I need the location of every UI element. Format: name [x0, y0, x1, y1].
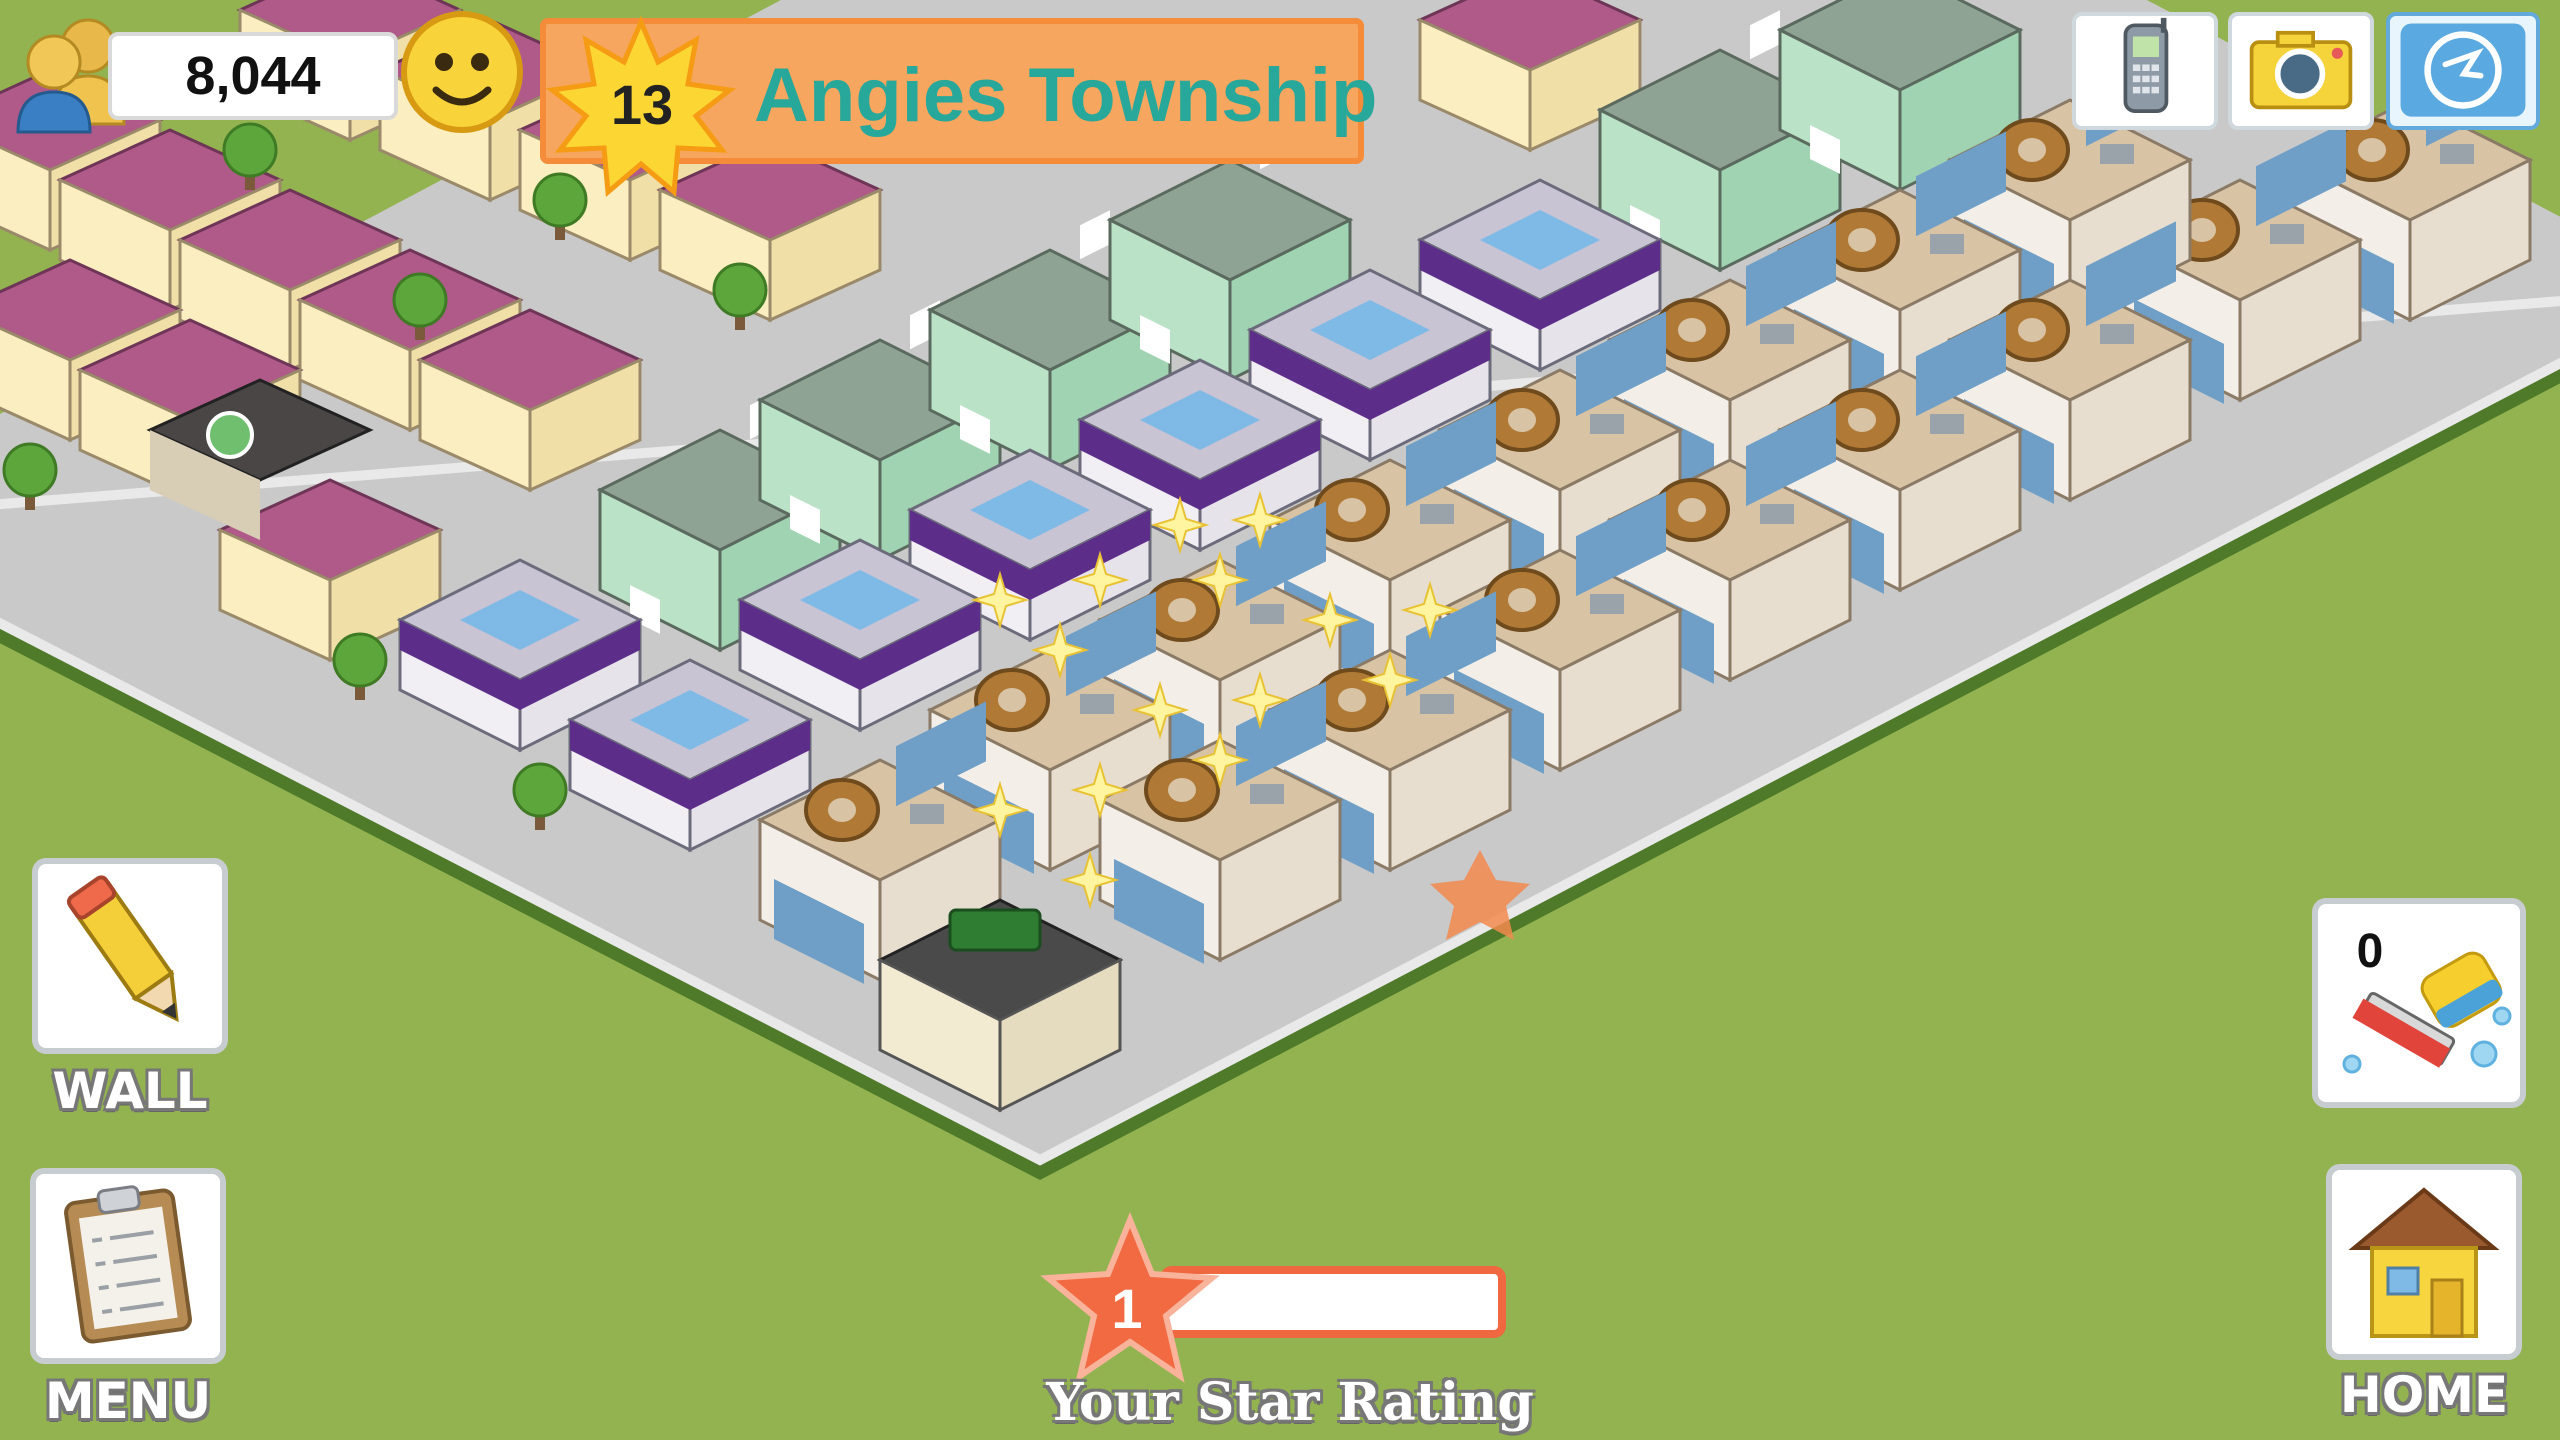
wall-button[interactable] — [32, 858, 228, 1054]
town-name: Angies Township — [754, 53, 1378, 138]
menu-label[interactable]: MENU — [18, 1372, 238, 1430]
phone-icon — [2123, 17, 2169, 113]
star-rating-value: 1 — [1111, 1277, 1143, 1340]
phone-button[interactable] — [2072, 12, 2218, 130]
wall-label[interactable]: WALL — [20, 1062, 240, 1120]
camera-button[interactable] — [2228, 12, 2374, 130]
pencil-icon — [66, 875, 179, 1023]
home-button[interactable] — [2326, 1164, 2522, 1360]
star-rating[interactable]: 1 Your Star Rating — [1040, 1212, 1540, 1433]
population-value: 8,044 — [108, 32, 398, 120]
star-rating-label: Your Star Rating — [1046, 1372, 1534, 1433]
level-number: 13 — [610, 73, 674, 136]
camera-icon — [2249, 30, 2353, 110]
house-icon — [2348, 1187, 2500, 1338]
level-banner[interactable]: 13 Angies Township — [540, 15, 1377, 198]
cleanup-count: 0 — [2356, 925, 2384, 978]
happiness-face-icon[interactable] — [398, 8, 526, 136]
share-button[interactable] — [2386, 12, 2540, 130]
home-label[interactable]: HOME — [2314, 1366, 2534, 1424]
population-counter: 8,044 — [8, 14, 408, 134]
clipboard-icon — [64, 1185, 192, 1344]
menu-button[interactable] — [30, 1168, 226, 1364]
share-icon — [2400, 23, 2526, 117]
